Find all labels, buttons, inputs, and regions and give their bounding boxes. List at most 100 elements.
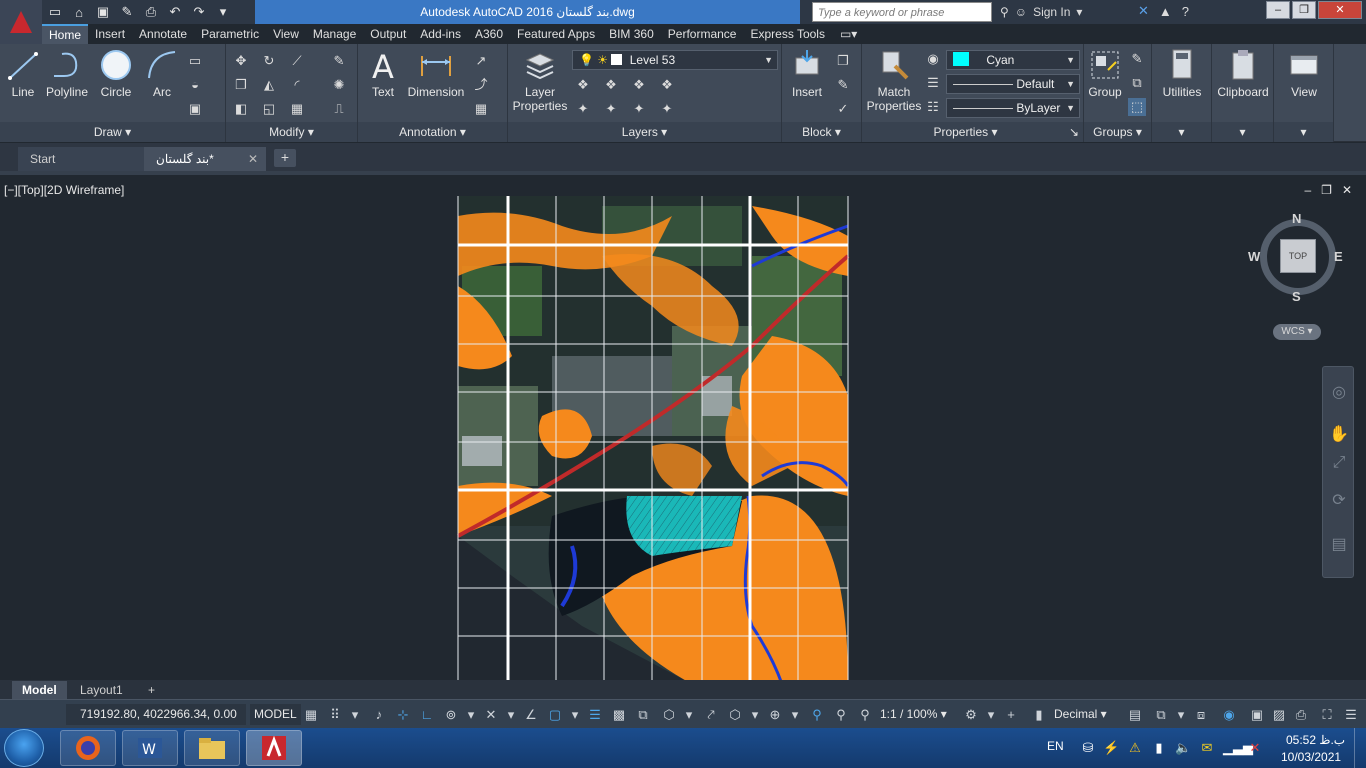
- erase-icon[interactable]: ✎: [330, 52, 348, 70]
- new-file-icon[interactable]: ▭: [46, 3, 64, 21]
- network-share-icon[interactable]: ⛁: [1080, 740, 1096, 756]
- pan-icon[interactable]: ✋: [1329, 425, 1349, 445]
- isodraft-dropdown-icon[interactable]: ▾: [502, 706, 520, 724]
- dynamic-ucs-icon[interactable]: ⤤: [702, 706, 720, 724]
- undo-icon[interactable]: ↶: [166, 3, 184, 21]
- isodraft-icon[interactable]: ✕: [482, 706, 500, 724]
- polyline-button[interactable]: Polyline: [44, 48, 90, 99]
- tab-parametric[interactable]: Parametric: [194, 24, 266, 44]
- multileader-icon[interactable]: ⤴: [472, 76, 490, 94]
- viewport-minimize-icon[interactable]: –: [1304, 183, 1311, 197]
- selection-filter-icon[interactable]: ⬡: [726, 706, 744, 724]
- hardware-acceleration-icon[interactable]: ◉: [1220, 706, 1238, 724]
- clean-screen-icon[interactable]: ▣: [1248, 706, 1266, 724]
- action-center-icon[interactable]: ✉: [1199, 740, 1215, 756]
- color-wheel-icon[interactable]: ◉: [924, 50, 942, 68]
- linetype-icon[interactable]: ☷: [924, 98, 942, 116]
- block-attribute-icon[interactable]: ✓: [834, 100, 852, 118]
- rotate-icon[interactable]: ↻: [260, 52, 278, 70]
- leader-icon[interactable]: ↗: [472, 52, 490, 70]
- lineweight-icon[interactable]: ☰: [924, 74, 942, 92]
- layer-previous-icon[interactable]: ✦: [602, 100, 620, 118]
- insert-button[interactable]: Insert: [786, 48, 828, 99]
- close-button[interactable]: ✕: [1318, 1, 1362, 19]
- 3d-osnap-icon[interactable]: ⬡: [660, 706, 678, 724]
- dimension-button[interactable]: Dimension: [406, 48, 466, 99]
- customization-menu-icon[interactable]: ☰: [1342, 706, 1360, 724]
- compass-north[interactable]: N: [1292, 211, 1301, 226]
- clock-date[interactable]: 10/03/2021: [1281, 750, 1341, 764]
- tab-add-ins[interactable]: Add-ins: [413, 24, 468, 44]
- clipboard-panel-title[interactable]: ▾: [1212, 122, 1273, 142]
- color-dropdown[interactable]: Cyan ▼: [946, 50, 1080, 70]
- autocad-taskbar-icon[interactable]: [246, 730, 302, 766]
- steering-wheel-icon[interactable]: ◎: [1329, 383, 1349, 403]
- layer-unlock-icon[interactable]: ✦: [658, 100, 676, 118]
- fillet-icon[interactable]: ◜: [288, 76, 306, 94]
- draw-panel-title[interactable]: Draw ▾: [0, 122, 225, 142]
- open-folder-icon[interactable]: ⌂: [70, 3, 88, 21]
- group-selection-icon[interactable]: ⬚: [1128, 98, 1146, 116]
- modify-panel-title[interactable]: Modify ▾: [226, 122, 357, 142]
- zoom-extents-icon[interactable]: ⤢: [1329, 453, 1349, 473]
- line-button[interactable]: Line: [6, 48, 40, 99]
- offset-icon[interactable]: ⎍: [330, 100, 348, 118]
- match-properties-button[interactable]: Match Properties: [866, 48, 922, 113]
- drawing-viewport[interactable]: [−][Top][2D Wireframe] – ❐ ✕ TOP N S E W…: [0, 171, 1366, 684]
- infer-constraints-icon[interactable]: ♪: [370, 706, 388, 724]
- tab-view[interactable]: View: [266, 24, 306, 44]
- graphics-performance-icon[interactable]: ▨: [1270, 706, 1288, 724]
- plot-icon[interactable]: ⎙: [1292, 706, 1310, 724]
- grid-icon[interactable]: ▦: [302, 706, 320, 724]
- linetype-dropdown[interactable]: Default ▼: [946, 74, 1080, 94]
- scale-icon[interactable]: ◱: [260, 100, 278, 118]
- text-button[interactable]: A Text: [366, 48, 400, 99]
- block-panel-title[interactable]: Block ▾: [782, 122, 861, 142]
- filter-dropdown-icon[interactable]: ▾: [746, 706, 764, 724]
- annotation-scale-icon[interactable]: ⚲: [856, 706, 874, 724]
- hatch-icon[interactable]: ◒: [186, 76, 204, 94]
- tab-express-tools[interactable]: Express Tools: [743, 24, 831, 44]
- power-icon[interactable]: ⚡: [1103, 740, 1119, 756]
- table-icon[interactable]: ▦: [472, 100, 490, 118]
- view-button[interactable]: View: [1280, 48, 1328, 99]
- snap-mode-icon[interactable]: ⠿: [326, 706, 344, 724]
- dynamic-input-icon[interactable]: ⊹: [394, 706, 412, 724]
- tab-output[interactable]: Output: [363, 24, 413, 44]
- object-snap-tracking-icon[interactable]: ∠: [522, 706, 540, 724]
- application-menu-button[interactable]: [0, 0, 42, 44]
- redo-icon[interactable]: ↷: [190, 3, 208, 21]
- utilities-button[interactable]: Utilities: [1156, 48, 1208, 99]
- start-button[interactable]: [4, 729, 44, 767]
- tab-drawing[interactable]: بند گلستان* ✕: [144, 147, 266, 171]
- units-dropdown[interactable]: Decimal ▾: [1054, 704, 1107, 725]
- quick-properties-icon[interactable]: ▤: [1126, 706, 1144, 724]
- orbit-icon[interactable]: ⟳: [1329, 491, 1349, 511]
- auto-scale-icon[interactable]: ⚲: [832, 706, 850, 724]
- lineweight-display-icon[interactable]: ☰: [586, 706, 604, 724]
- tab-featured-apps[interactable]: Featured Apps: [510, 24, 602, 44]
- ortho-mode-icon[interactable]: ∟: [418, 706, 436, 724]
- move-icon[interactable]: ✥: [232, 52, 250, 70]
- annotation-monitor-icon[interactable]: +: [1002, 706, 1020, 724]
- exchange-icon[interactable]: ✕: [1138, 3, 1149, 19]
- osnap-dropdown-icon[interactable]: ▾: [566, 706, 584, 724]
- tab-insert[interactable]: Insert: [88, 24, 132, 44]
- compass-west[interactable]: W: [1248, 249, 1260, 264]
- viewcube[interactable]: TOP N S E W: [1248, 211, 1343, 304]
- array-icon[interactable]: ▦: [288, 100, 306, 118]
- word-taskbar-icon[interactable]: W: [122, 730, 178, 766]
- a360-icon[interactable]: ▲: [1159, 4, 1172, 19]
- binoculars-icon[interactable]: ⚲: [1000, 5, 1009, 19]
- annotation-visibility-icon[interactable]: ⚲: [808, 706, 826, 724]
- coordinates-readout[interactable]: 719192.80, 4022966.34, 0.00: [66, 704, 246, 725]
- annotation-panel-title[interactable]: Annotation ▾: [358, 122, 507, 142]
- 3d-osnap-dropdown-icon[interactable]: ▾: [680, 706, 698, 724]
- groups-panel-title[interactable]: Groups ▾: [1084, 122, 1151, 142]
- search-input[interactable]: Type a keyword or phrase: [812, 2, 992, 22]
- fullscreen-icon[interactable]: ⛶: [1318, 706, 1336, 724]
- map-drawing[interactable]: [452, 196, 852, 684]
- tab-bim-360[interactable]: BIM 360: [602, 24, 661, 44]
- isolate-objects-icon[interactable]: ⧈: [1192, 706, 1210, 724]
- warning-icon[interactable]: ⚠: [1127, 740, 1143, 756]
